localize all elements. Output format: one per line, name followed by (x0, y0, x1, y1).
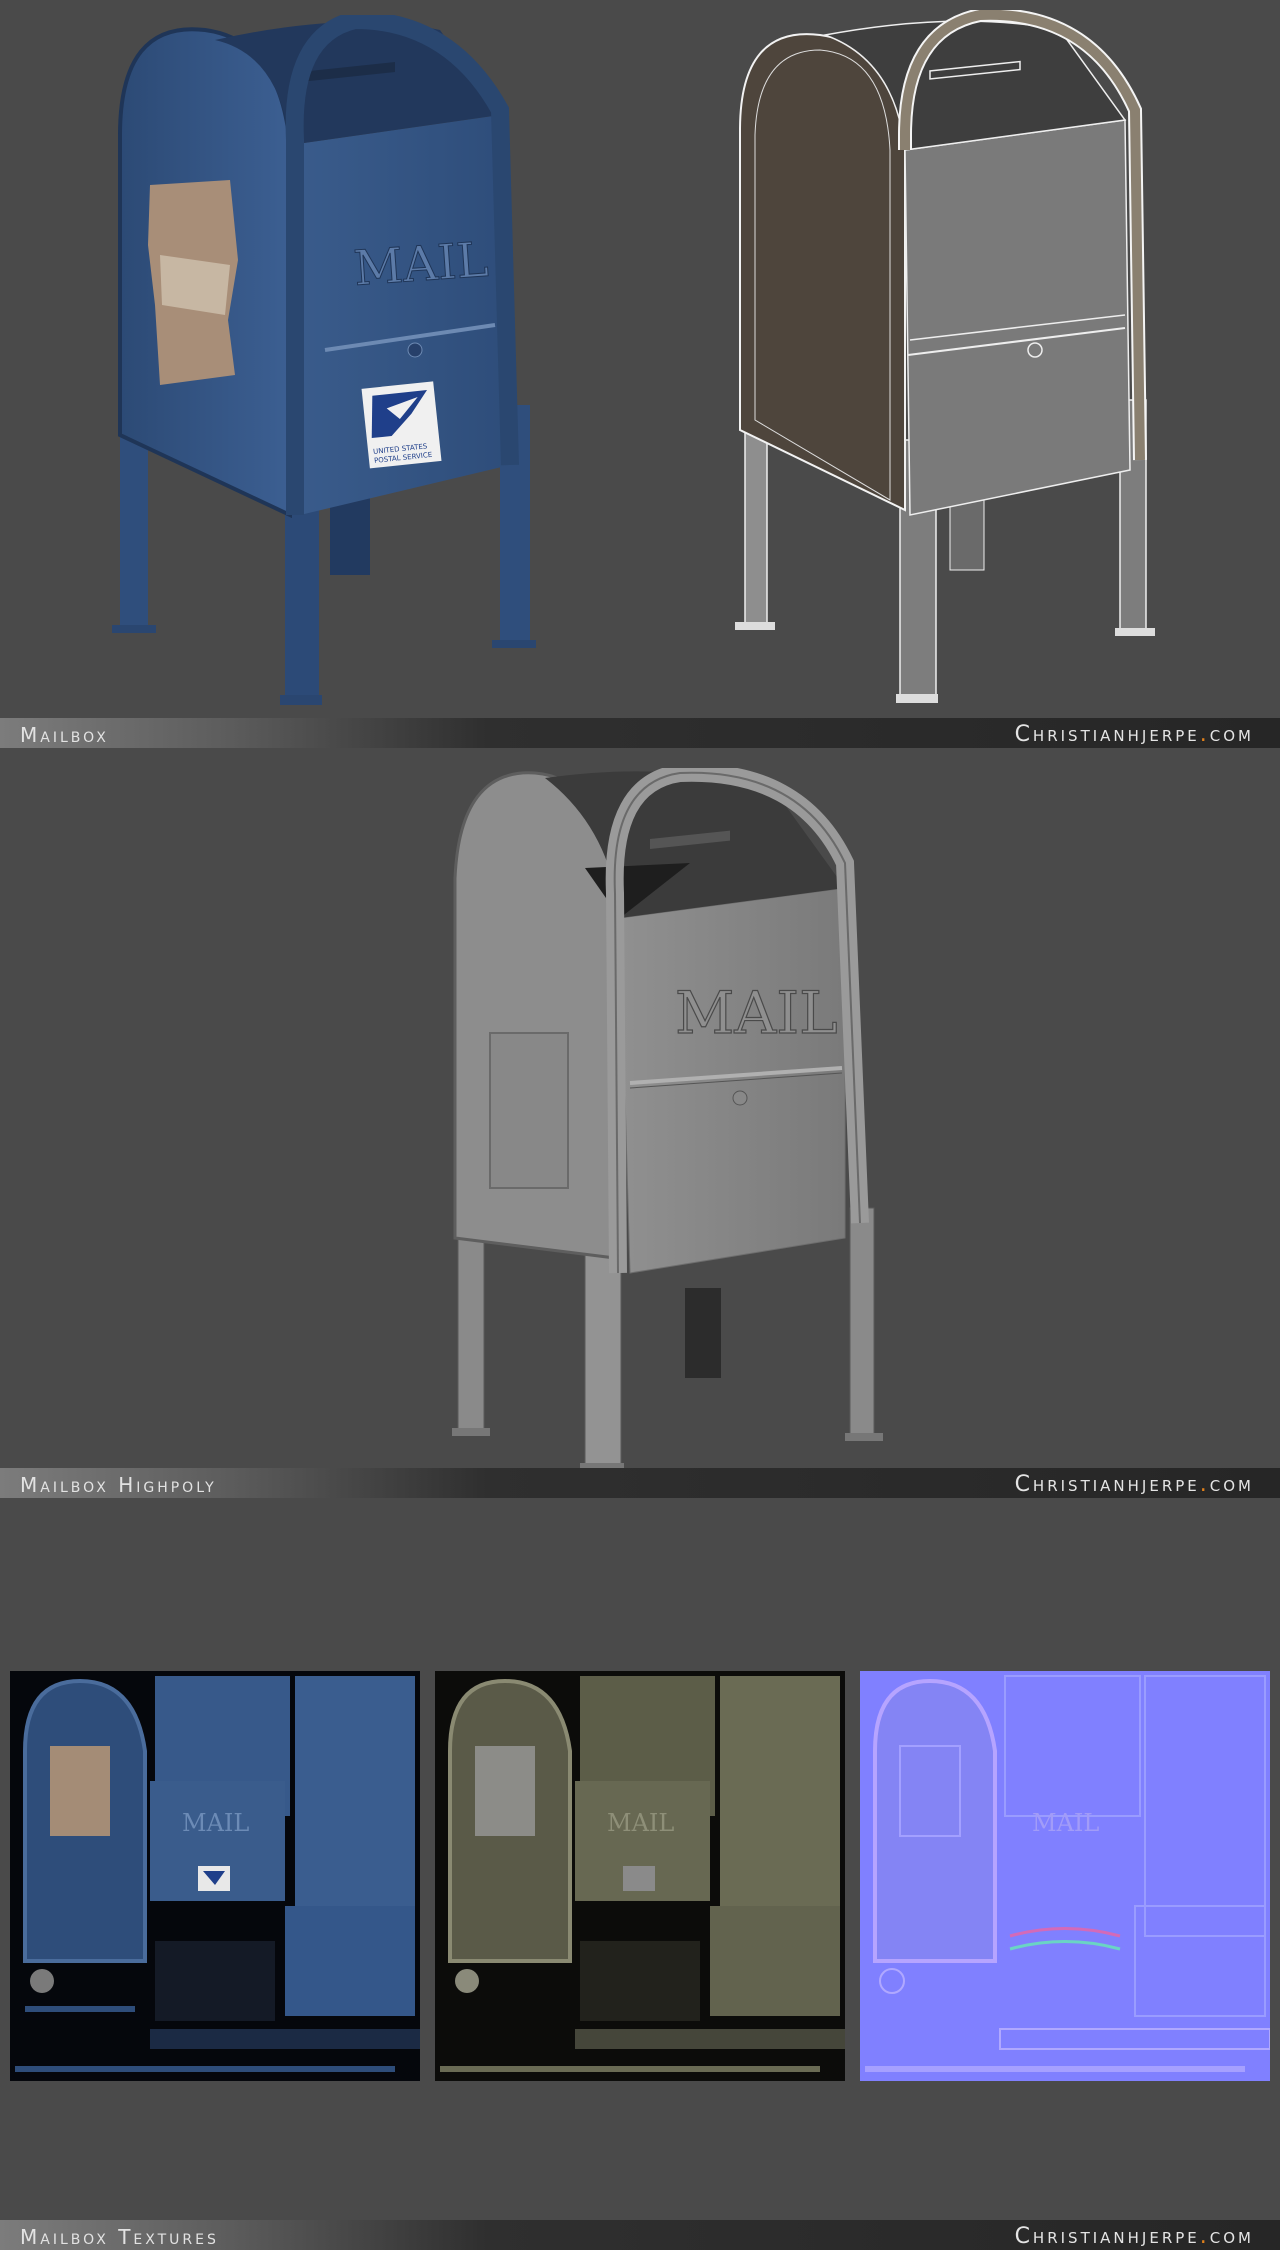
site-credit: Christianhjerpe.com (1014, 722, 1254, 747)
highpoly-render-panel: MAIL (0, 748, 1280, 1468)
section-title: Mailbox Highpoly (20, 1473, 217, 1497)
highpoly-mailbox-render: MAIL (452, 768, 883, 1468)
site-credit: Christianhjerpe.com (1014, 2224, 1254, 2249)
section-title: Mailbox (20, 723, 109, 747)
diffuse-texture-map: MAIL (10, 1671, 420, 2081)
svg-text:MAIL: MAIL (607, 1809, 674, 1837)
mail-emboss-text: MAIL (675, 979, 838, 1047)
texture-maps-panel: MAIL MAIL MAIL (0, 1498, 1280, 2220)
svg-text:MAIL: MAIL (182, 1809, 249, 1837)
wireframe-mailbox-render (735, 10, 1155, 703)
section-title: Mailbox Textures (20, 2225, 219, 2249)
usps-logo-icon: UNITED STATES POSTAL SERVICE (361, 381, 442, 469)
svg-text:MAIL: MAIL (1032, 1809, 1099, 1837)
mailbox-render-panel: MAIL UNITED STATES POSTAL SERVICE (0, 0, 1280, 718)
normal-texture-map: MAIL (860, 1671, 1270, 2081)
specular-texture-map: MAIL (435, 1671, 845, 2081)
mail-emboss-text: MAIL (352, 232, 490, 297)
section-banner-mailbox: Mailbox Christianhjerpe.com (0, 718, 1280, 748)
textured-mailbox-render: MAIL UNITED STATES POSTAL SERVICE (112, 15, 536, 705)
section-banner-highpoly: Mailbox Highpoly Christianhjerpe.com (0, 1468, 1280, 1498)
section-banner-textures: Mailbox Textures Christianhjerpe.com (0, 2220, 1280, 2250)
site-credit: Christianhjerpe.com (1014, 1472, 1254, 1497)
